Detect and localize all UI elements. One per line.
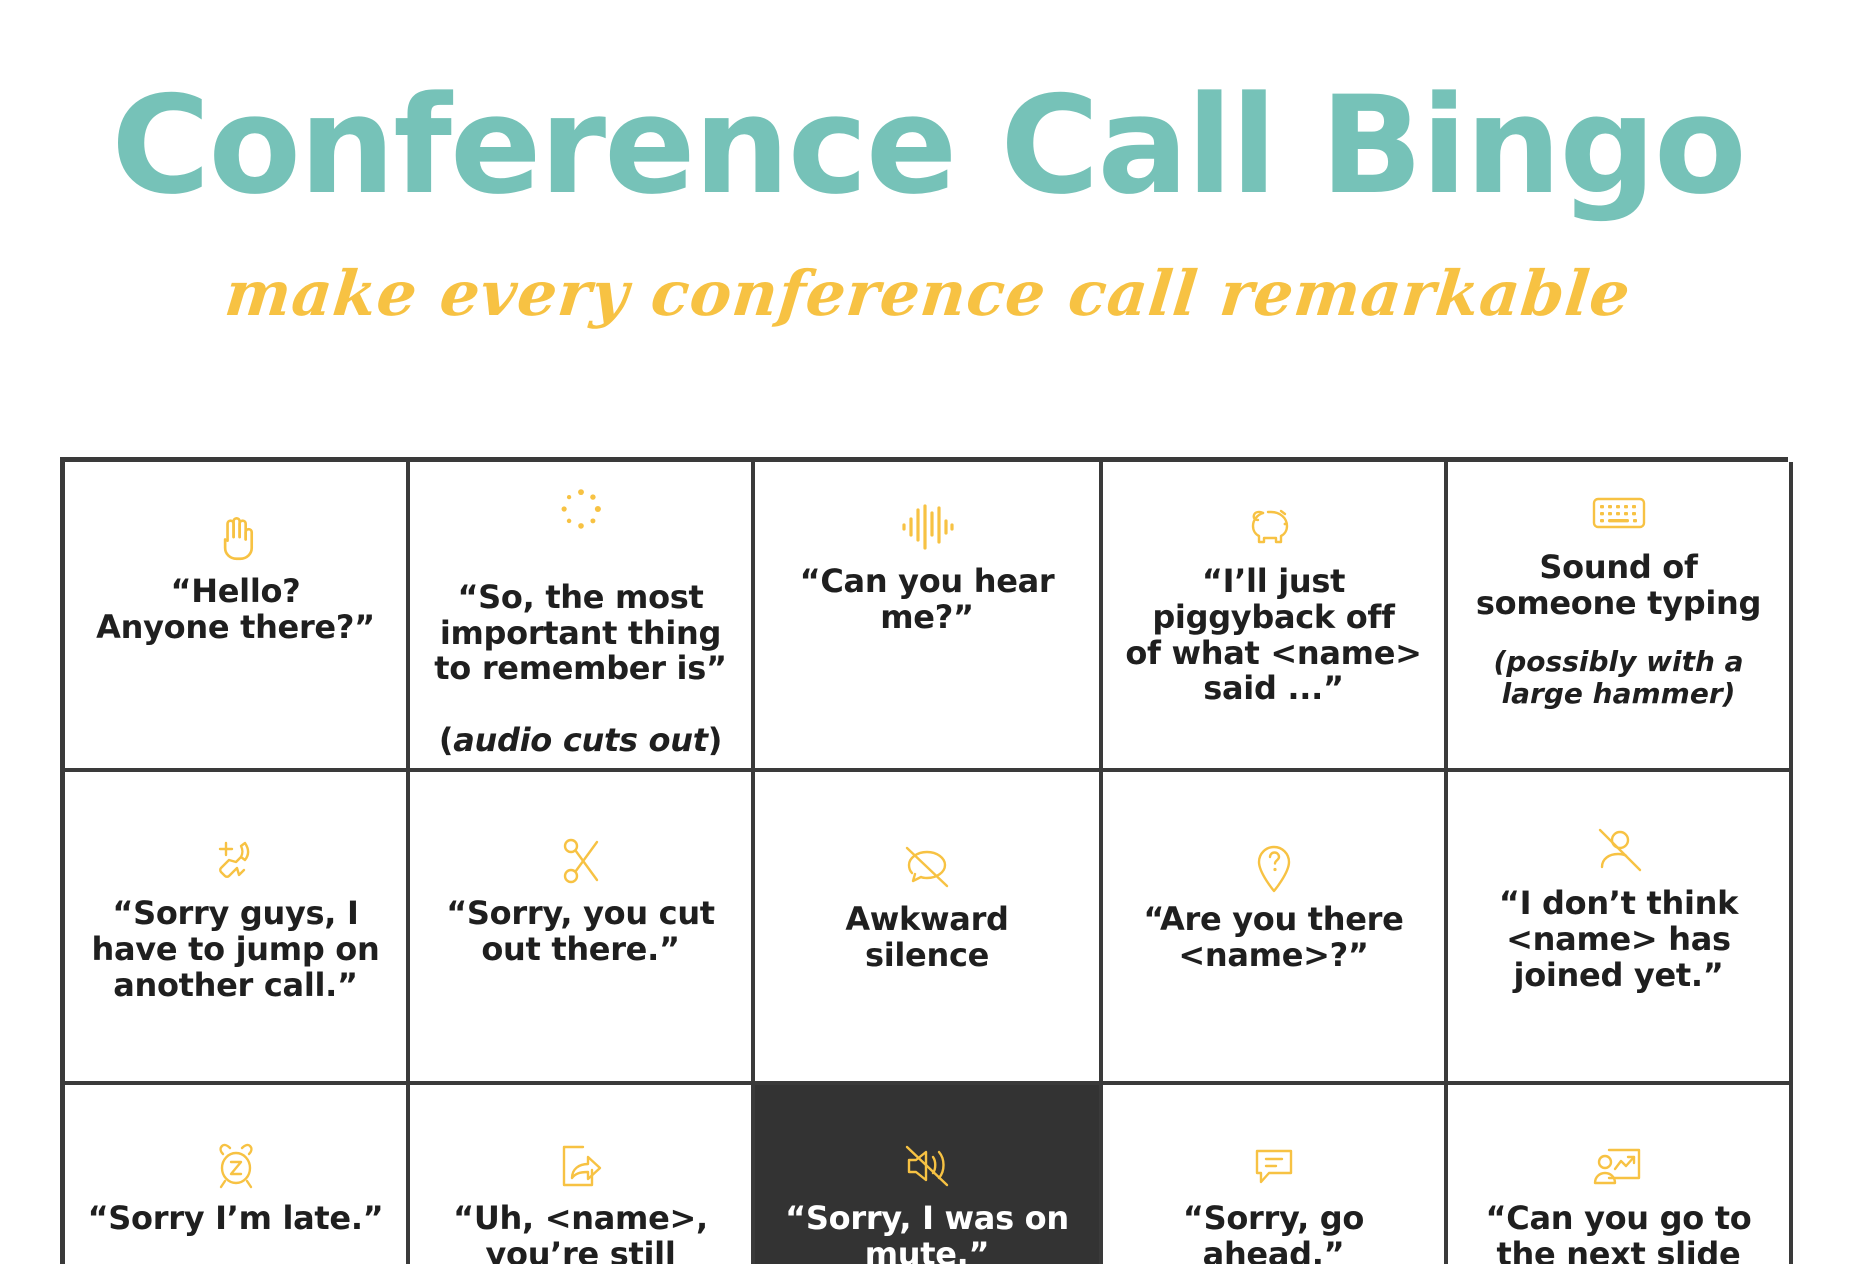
person-crossed-out-icon [1591,822,1647,880]
loading-spinner-dots-icon [554,482,608,536]
bingo-cell-text: “Can you go to the next slide [1485,1199,1752,1264]
speech-bubble-crossed-icon [899,838,955,896]
bingo-cell-free-space[interactable]: “Sorry, I was on mute.” [755,1085,1103,1264]
presentation-chart-person-icon [1591,1137,1647,1195]
bingo-cell[interactable]: “Can you hear me?” [755,462,1103,772]
bingo-cell-text: Sound of someone typing [1475,548,1762,622]
bingo-cell-text: “Hello? Anyone there?” [96,572,375,646]
bingo-cell[interactable]: Awkward silence [755,772,1103,1085]
bingo-cell[interactable]: “I’ll just piggyback off of what <name> … [1103,462,1448,772]
bingo-grid: “Hello? Anyone there?” “So, the most imp… [60,457,1793,1264]
bingo-cell-text: “Sorry, I was on mute.” [785,1199,1069,1264]
bingo-cell[interactable]: “I don’t think <name> has joined yet.” [1448,772,1793,1085]
page-subtitle: make every conference call remarkable [221,257,1635,330]
bingo-cell[interactable]: Sound of someone typing (possibly with a… [1448,462,1793,772]
bingo-cell-text: “Sorry guys, I have to jump on another c… [91,894,380,1004]
bingo-cell[interactable]: “Sorry, you cut out there.” [410,772,755,1085]
piggy-bank-icon [1245,498,1303,556]
bingo-cell-text: “Sorry, you cut out there.” [446,894,715,968]
bingo-cell-text: “Are you there <name>?” [1143,900,1404,974]
bingo-cell-text: “Uh, <name>, you’re still [453,1199,708,1264]
keyboard-icon [1591,484,1647,542]
raised-hand-icon [207,508,265,566]
bingo-cell-text: “I’ll just piggyback off of what <name> … [1125,562,1422,708]
bingo-cell[interactable]: “Uh, <name>, you’re still [410,1085,755,1264]
share-forward-document-icon [555,1137,607,1195]
bingo-cell[interactable]: “Sorry guys, I have to jump on another c… [65,772,410,1085]
bingo-cell-text: “Can you hear me?” [799,562,1055,636]
page-title: Conference Call Bingo [111,67,1746,224]
comment-bubble-icon [1249,1137,1299,1195]
scissors-icon [556,832,606,890]
bingo-cell[interactable]: “Sorry I’m late.” [65,1085,410,1264]
bingo-cell[interactable]: “Are you there <name>?” [1103,772,1448,1085]
phone-add-call-icon [208,832,264,890]
bingo-cell[interactable]: “Hello? Anyone there?” [65,462,410,772]
bingo-cell-note: (audio cuts out) [438,721,723,760]
bingo-cell-text: “I don’t think <name> has joined yet.” [1498,884,1739,994]
audio-waveform-icon [898,498,956,556]
bingo-cell[interactable]: “Sorry, go ahead.” [1103,1085,1448,1264]
bingo-cell-main: “So, the most important thing to remembe… [434,577,727,688]
bingo-cell[interactable]: “Can you go to the next slide [1448,1085,1793,1264]
speaker-muted-icon [899,1137,955,1195]
bingo-cell-text: “So, the most important thing to remembe… [434,544,727,760]
bingo-cell-text: “Sorry I’m late.” [87,1199,384,1237]
bingo-cell-text: Awkward silence [845,900,1009,974]
bingo-page: Conference Call Bingo make every confere… [0,0,1856,1264]
map-pin-question-icon [1253,838,1295,896]
bingo-cell[interactable]: “So, the most important thing to remembe… [410,462,755,772]
bingo-cell-note: (possibly with a large hammer) [1493,644,1744,710]
bingo-cell-text: “Sorry, go ahead.” [1182,1199,1365,1264]
alarm-clock-snooze-icon [211,1137,261,1195]
